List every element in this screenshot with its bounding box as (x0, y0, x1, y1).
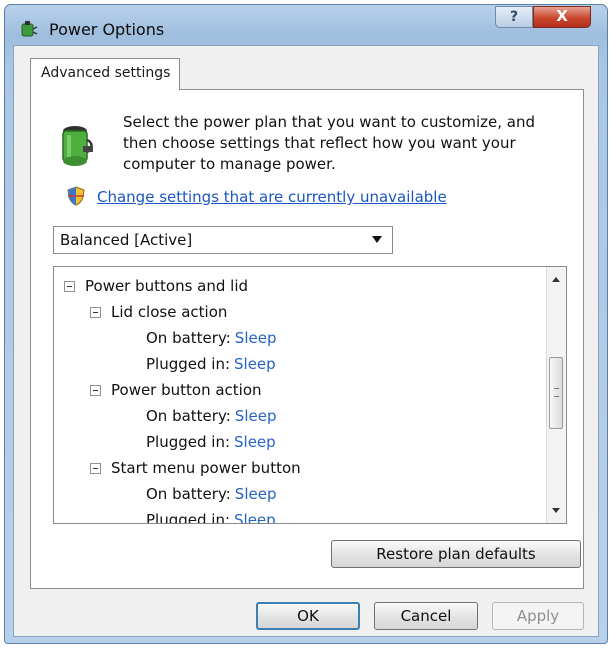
tab-advanced-settings[interactable]: Advanced settings (30, 58, 180, 90)
setting-value-link[interactable]: Sleep (235, 407, 277, 425)
setting-value-link[interactable]: Sleep (234, 433, 276, 451)
battery-plug-icon (62, 126, 93, 166)
window-title: Power Options (49, 20, 165, 39)
close-button[interactable]: X (533, 6, 591, 28)
tree-setting-row: Plugged in: Sleep (146, 433, 276, 455)
tree-setting-row: On battery: Sleep (146, 329, 276, 351)
collapse-icon[interactable] (64, 281, 75, 292)
tree-node-lid-close-action[interactable]: Lid close action (90, 303, 227, 325)
chevron-down-icon[interactable] (372, 236, 382, 243)
scroll-up-arrow-icon[interactable] (552, 277, 560, 282)
setting-value-link[interactable]: Sleep (235, 329, 277, 347)
help-button[interactable]: ? (495, 6, 533, 28)
setting-label: Plugged in: (146, 355, 231, 373)
power-options-window: Power Options ? X Advanced settings Sele… (4, 4, 608, 644)
tree-node-power-buttons-and-lid[interactable]: Power buttons and lid (64, 277, 248, 299)
tree-node-label: Power button action (111, 381, 262, 399)
grip-icon (554, 388, 559, 397)
vertical-scrollbar[interactable] (546, 267, 566, 523)
setting-label: On battery: (146, 407, 231, 425)
scroll-thumb[interactable] (549, 357, 563, 429)
tree-node-start-menu-power-button[interactable]: Start menu power button (90, 459, 301, 481)
restore-plan-defaults-button[interactable]: Restore plan defaults (331, 540, 581, 568)
intro-text: Select the power plan that you want to c… (123, 113, 535, 173)
scroll-down-arrow-icon[interactable] (552, 508, 560, 513)
tab-panel: Select the power plan that you want to c… (30, 89, 584, 589)
tree-setting-row: On battery: Sleep (146, 407, 276, 429)
dialog-client-area: Advanced settings Select the power plan … (13, 45, 599, 637)
collapse-icon[interactable] (90, 307, 101, 318)
tree-node-power-button-action[interactable]: Power button action (90, 381, 262, 403)
collapse-icon[interactable] (90, 463, 101, 474)
setting-label: On battery: (146, 485, 231, 503)
collapse-icon[interactable] (90, 385, 101, 396)
uac-shield-icon (67, 186, 85, 206)
apply-button[interactable]: Apply (492, 602, 584, 630)
setting-value-link[interactable]: Sleep (235, 485, 277, 503)
tree-node-label: Lid close action (111, 303, 228, 321)
power-plan-dropdown[interactable]: Balanced [Active] (53, 226, 393, 254)
settings-tree[interactable]: Power buttons and lid Lid close action O… (53, 266, 567, 524)
setting-value-link[interactable]: Sleep (234, 355, 276, 373)
cancel-button[interactable]: Cancel (374, 602, 478, 630)
change-settings-link[interactable]: Change settings that are currently unava… (97, 188, 447, 206)
setting-value-link[interactable]: Sleep (234, 511, 276, 523)
power-plan-value: Balanced [Active] (60, 231, 193, 249)
ok-button[interactable]: OK (256, 602, 360, 630)
setting-label: Plugged in: (146, 433, 231, 451)
tree-node-label: Power buttons and lid (85, 277, 249, 295)
setting-label: Plugged in: (146, 511, 231, 524)
setting-label: On battery: (146, 329, 231, 347)
tree-node-label: Start menu power button (111, 459, 301, 477)
power-options-icon (21, 21, 38, 37)
tree-setting-row: Plugged in: Sleep (146, 511, 276, 524)
tree-setting-row: On battery: Sleep (146, 485, 276, 507)
tree-setting-row: Plugged in: Sleep (146, 355, 276, 377)
